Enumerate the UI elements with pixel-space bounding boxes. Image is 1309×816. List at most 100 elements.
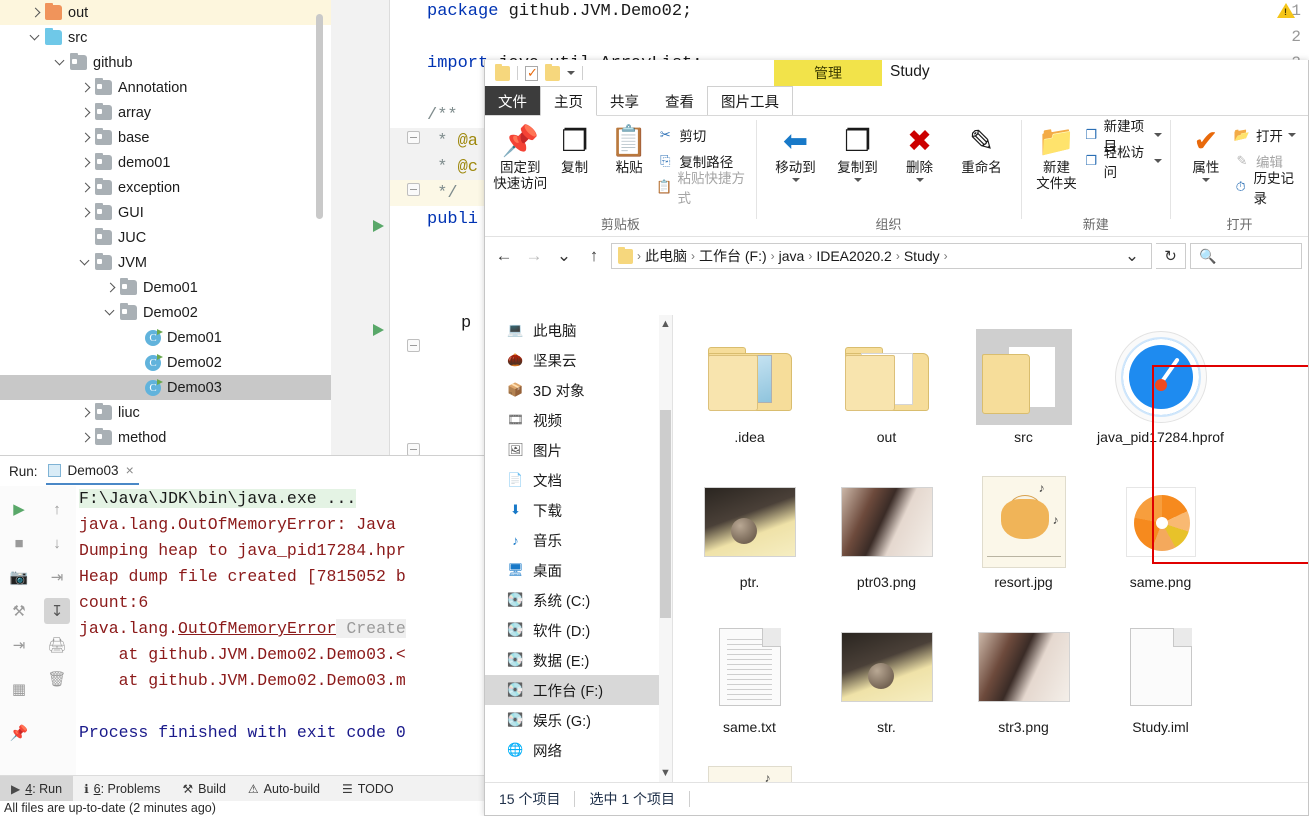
soft-wrap-icon[interactable]: ⇥	[44, 564, 70, 590]
chevron-down-icon[interactable]	[1202, 178, 1210, 182]
close-icon[interactable]: ×	[126, 462, 134, 478]
ribbon-button-新建文件夹[interactable]: 📁新建 文件夹	[1029, 116, 1083, 192]
fold-icon-line5[interactable]	[407, 131, 420, 144]
run-gutter-icon-line9[interactable]	[373, 220, 384, 232]
nav-item-drive[interactable]: 💽数据 (E:)	[485, 645, 672, 675]
navigation-pane[interactable]: 💻此电脑🌰坚果云📦3D 对象🎞视频🖼图片📄文档⬇下载♪音乐🖥桌面💽系统 (C:)…	[485, 315, 673, 782]
chevron-right-icon[interactable]: ›	[637, 249, 641, 263]
chevron-down-icon[interactable]	[916, 178, 924, 182]
nav-scrollbar[interactable]: ▲ ▼	[659, 315, 672, 782]
ribbon-tab-查看[interactable]: 查看	[652, 86, 707, 116]
chevron-right-icon[interactable]	[79, 431, 93, 445]
print-icon[interactable]: 🖨	[44, 632, 70, 658]
down-arrow-icon[interactable]: ↓	[44, 530, 70, 556]
file-item[interactable]: out	[818, 321, 955, 466]
tree-item-annotation[interactable]: Annotation	[0, 75, 331, 100]
ribbon-tab-文件[interactable]: 文件	[485, 86, 540, 116]
debug-icon[interactable]: ⚒	[6, 598, 32, 624]
tree-item-juc[interactable]: JUC	[0, 225, 331, 250]
nav-item-drive[interactable]: 💽娱乐 (G:)	[485, 705, 672, 735]
nav-item-nutstore[interactable]: 🌰坚果云	[485, 345, 672, 375]
nav-item-music[interactable]: ♪音乐	[485, 525, 672, 555]
chevron-right-icon[interactable]	[79, 206, 93, 220]
file-item[interactable]: Study.iml	[1092, 611, 1229, 756]
file-item[interactable]: java_pid17284.hprof	[1092, 321, 1229, 466]
file-item[interactable]: str.	[818, 611, 955, 756]
nav-item-documents[interactable]: 📄文档	[485, 465, 672, 495]
ribbon-button-复制[interactable]: ❐复制	[547, 116, 601, 176]
file-item[interactable]: str3.png	[955, 611, 1092, 756]
breadcrumb-segment[interactable]: java	[779, 248, 805, 264]
folder-icon[interactable]	[545, 66, 560, 81]
chevron-right-icon[interactable]	[104, 281, 118, 295]
breadcrumb-segment[interactable]: 此电脑	[645, 246, 687, 266]
scroll-thumb[interactable]	[660, 410, 671, 618]
nav-item-drive[interactable]: 💽软件 (D:)	[485, 615, 672, 645]
tool-window-button-problems[interactable]: ℹ6: Problems	[73, 776, 171, 802]
ribbon-button-复制到[interactable]: ❐复制到	[827, 116, 889, 182]
nav-item-os-drive[interactable]: 💽系统 (C:)	[485, 585, 672, 615]
tree-item-demo02[interactable]: Demo02	[0, 300, 331, 325]
breadcrumb-segment[interactable]: 工作台 (F:)	[699, 246, 767, 266]
chevron-right-icon[interactable]: ›	[896, 249, 900, 263]
run-tab-demo03[interactable]: Demo03 ×	[46, 457, 139, 485]
checkbox-icon[interactable]	[525, 66, 538, 81]
tree-item-base[interactable]: base	[0, 125, 331, 150]
tree-item-jvm[interactable]: JVM	[0, 250, 331, 275]
tree-item-liuc[interactable]: liuc	[0, 400, 331, 425]
tree-item-exception[interactable]: exception	[0, 175, 331, 200]
tree-item-demo01[interactable]: demo01	[0, 150, 331, 175]
chevron-down-icon[interactable]	[54, 56, 68, 70]
tool-window-button-todo[interactable]: ☰TODO	[331, 776, 405, 802]
forward-button[interactable]: →	[521, 243, 547, 269]
stop-icon[interactable]: ■	[6, 530, 32, 556]
breadcrumb-dropdown[interactable]: ⌄	[1119, 243, 1145, 269]
up-arrow-icon[interactable]: ↑	[44, 496, 70, 522]
chevron-down-icon[interactable]	[567, 71, 575, 75]
chevron-right-icon[interactable]	[79, 106, 93, 120]
back-button[interactable]: ←	[491, 243, 517, 269]
project-tree-scrollbar[interactable]	[316, 14, 323, 219]
chevron-right-icon[interactable]	[79, 181, 93, 195]
file-explorer-window[interactable]: 管理 Study 文件主页共享查看图片工具 📌固定到 快速访问❐复制📋粘贴✂剪切…	[484, 60, 1309, 816]
pin-icon[interactable]: 📌	[6, 720, 32, 746]
chevron-down-icon[interactable]	[1154, 133, 1162, 137]
breadcrumb-segment[interactable]: Study	[904, 248, 940, 264]
chevron-down-icon[interactable]	[29, 31, 43, 45]
nav-item-desktop[interactable]: 🖥桌面	[485, 555, 672, 585]
chevron-right-icon[interactable]	[79, 81, 93, 95]
tree-item-github[interactable]: github	[0, 50, 331, 75]
tree-item-demo02[interactable]: CDemo02	[0, 350, 331, 375]
file-item[interactable]: ♪♪resort.jpg	[955, 466, 1092, 611]
scroll-to-end-icon[interactable]: ↧	[44, 598, 70, 624]
screenshot-icon[interactable]: 📷	[6, 564, 32, 590]
ribbon-tabs[interactable]: 文件主页共享查看图片工具	[485, 86, 1308, 116]
chevron-down-icon[interactable]	[1154, 159, 1162, 163]
recent-locations-button[interactable]: ⌄	[551, 243, 577, 269]
ribbon-button-粘贴[interactable]: 📋粘贴	[602, 116, 656, 176]
ribbon-item-粘贴快捷方式[interactable]: 📋粘贴快捷方式	[656, 174, 747, 200]
tree-item-array[interactable]: array	[0, 100, 331, 125]
ribbon-button-删除[interactable]: ✖删除	[889, 116, 951, 182]
rerun-icon[interactable]: ▶	[6, 496, 32, 522]
breadcrumb-segment[interactable]: IDEA2020.2	[816, 248, 892, 264]
folder-icon[interactable]	[495, 66, 510, 81]
stacktrace-link[interactable]: OutOfMemoryError	[178, 619, 336, 638]
chevron-down-icon[interactable]	[792, 178, 800, 182]
tool-window-button-run[interactable]: ▶4: Run	[0, 776, 73, 802]
file-item[interactable]: .idea	[681, 321, 818, 466]
tree-item-src[interactable]: src	[0, 25, 331, 50]
ribbon-item-历史记录[interactable]: ⏱历史记录	[1233, 174, 1300, 200]
nav-item-pc[interactable]: 💻此电脑	[485, 315, 672, 345]
ribbon-button-移动到[interactable]: ⬅移动到	[765, 116, 827, 182]
chevron-right-icon[interactable]: ›	[691, 249, 695, 263]
import-icon[interactable]: ⇥	[6, 632, 32, 658]
nav-item-downloads[interactable]: ⬇下载	[485, 495, 672, 525]
project-tree-panel[interactable]: outsrcgithubAnnotationarraybasedemo01exc…	[0, 0, 331, 455]
chevron-right-icon[interactable]: ›	[944, 249, 948, 263]
nav-item-3d-objects[interactable]: 📦3D 对象	[485, 375, 672, 405]
chevron-right-icon[interactable]: ›	[808, 249, 812, 263]
tree-item-method[interactable]: method	[0, 425, 331, 450]
warning-icon[interactable]	[1277, 3, 1295, 18]
breadcrumb[interactable]: ›此电脑›工作台 (F:)›java›IDEA2020.2›Study› ⌄	[611, 243, 1152, 269]
